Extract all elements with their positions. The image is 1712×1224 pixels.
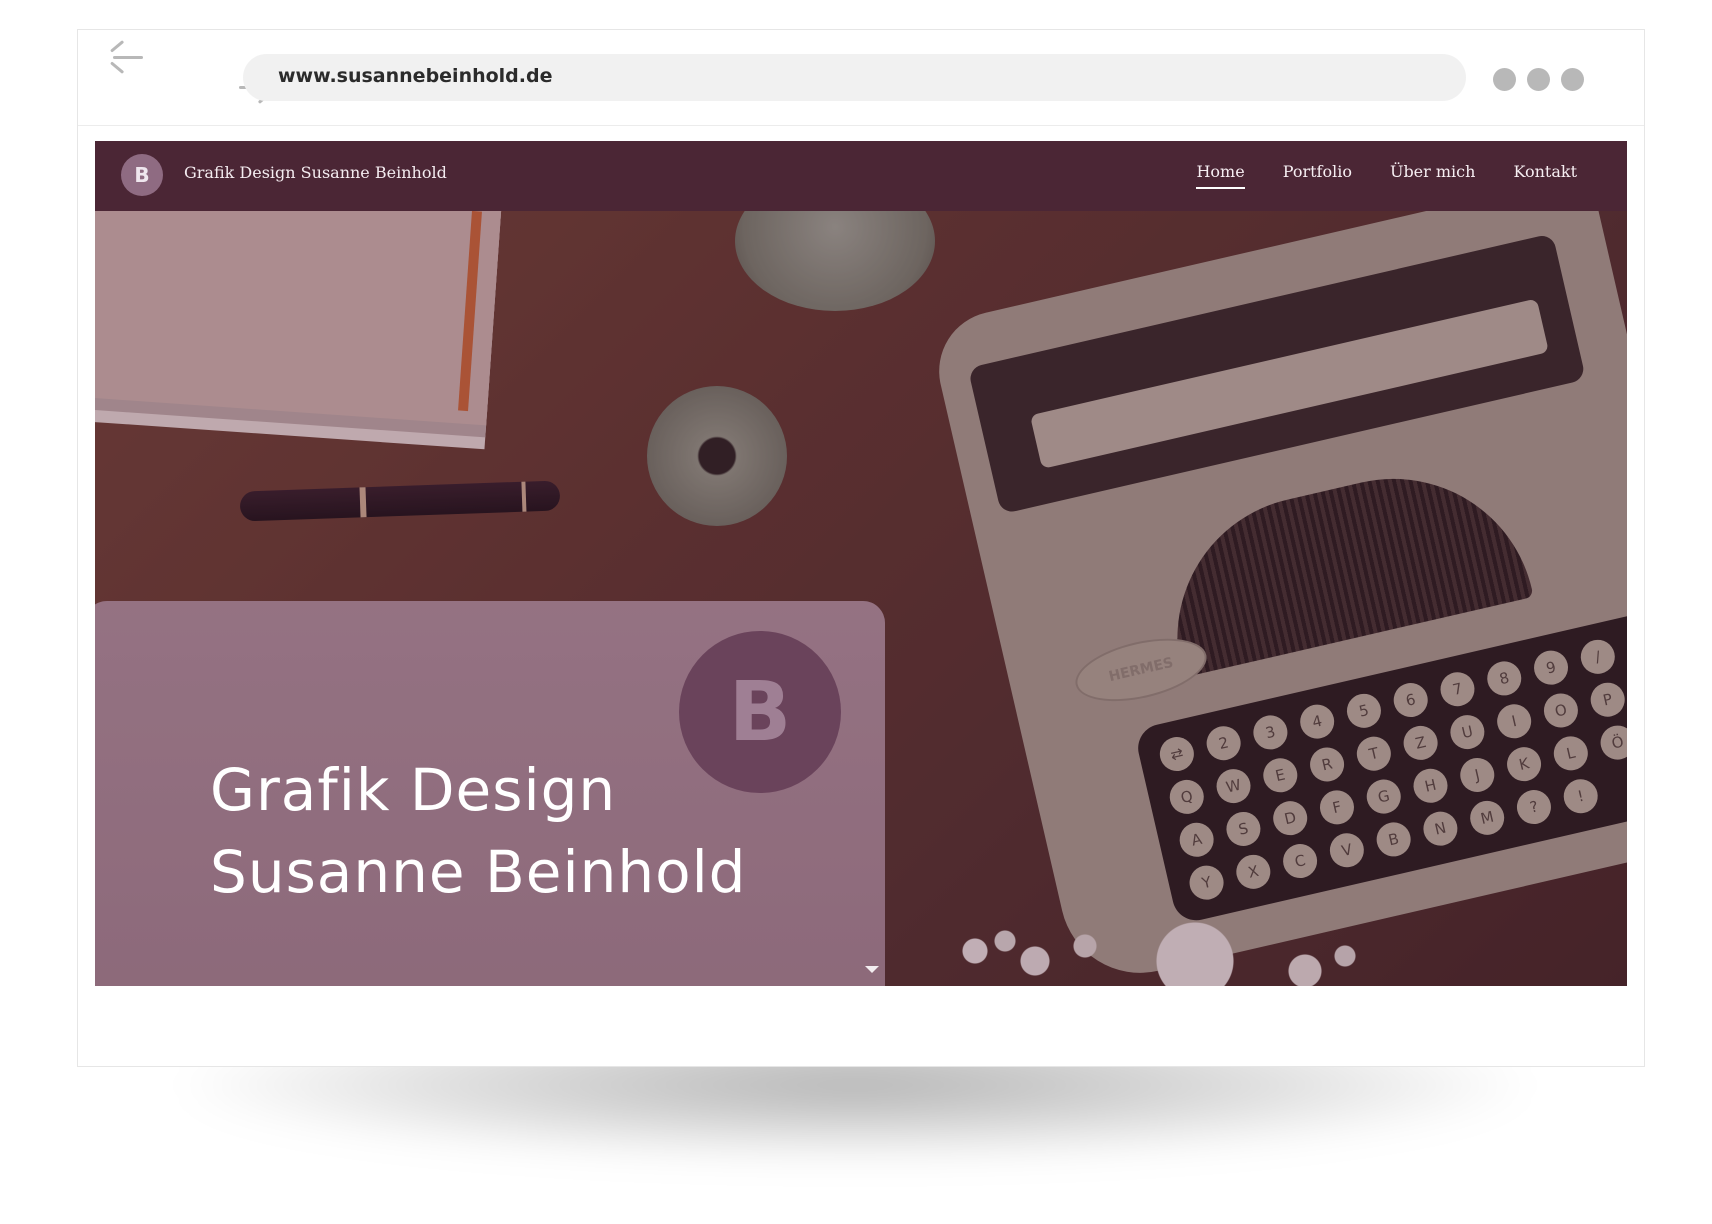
typewriter-key: D	[1269, 797, 1311, 839]
hero-heading-line: Grafik Design	[210, 756, 617, 824]
typewriter-key: ?	[1513, 786, 1555, 828]
dot-icon[interactable]	[1561, 68, 1584, 91]
typewriter-key: 6	[1390, 679, 1432, 721]
typewriter-key: X	[1232, 851, 1274, 893]
caret-down-icon[interactable]	[865, 966, 879, 973]
typewriter-key: C	[1279, 840, 1321, 882]
nav-item-about[interactable]: Über mich	[1390, 162, 1475, 181]
pen-ring	[521, 481, 527, 512]
screenshot-stage: www.susannebeinhold.de B Grafik Design S…	[0, 0, 1712, 1224]
typewriter-key: M	[1466, 797, 1508, 839]
typewriter-key: A	[1176, 819, 1218, 861]
logo-letter: B	[134, 163, 150, 187]
typewriter-key: H	[1410, 765, 1451, 807]
url-text: www.susannebeinhold.de	[278, 65, 553, 87]
typewriter-key: J	[1456, 754, 1498, 796]
typewriter-key: F	[1316, 786, 1358, 828]
typewriter-typebars	[1149, 450, 1534, 678]
browser-toolbar: www.susannebeinhold.de	[78, 30, 1644, 126]
typewriter-key: 8	[1483, 658, 1525, 699]
site-title[interactable]: Grafik Design Susanne Beinhold	[184, 163, 447, 182]
dot-icon[interactable]	[1493, 68, 1516, 91]
typewriter-key: /	[1577, 636, 1619, 678]
brand-seal-letter: B	[728, 664, 792, 760]
typewriter-key: E	[1259, 754, 1301, 796]
arrow-left-icon[interactable]	[113, 56, 143, 59]
typewriter-key: 5	[1343, 690, 1385, 732]
typewriter-key: K	[1503, 743, 1545, 785]
website-viewport: B Grafik Design Susanne Beinhold Home Po…	[95, 141, 1627, 986]
browser-window: www.susannebeinhold.de B Grafik Design S…	[77, 29, 1645, 1067]
dried-flowers	[945, 901, 1395, 986]
typewriter-key: Z	[1400, 722, 1442, 764]
typewriter-key: G	[1363, 776, 1405, 817]
typewriter-key: O	[1540, 690, 1582, 731]
address-bar[interactable]: www.susannebeinhold.de	[243, 54, 1466, 101]
typewriter-key: Ö	[1597, 722, 1627, 763]
hero-heading-line: Susanne Beinhold	[210, 838, 747, 906]
typewriter-key: W	[1213, 765, 1254, 807]
site-header: B Grafik Design Susanne Beinhold Home Po…	[95, 141, 1627, 211]
paper-stack	[95, 211, 503, 426]
candle-holder	[647, 386, 787, 526]
ceramic-bowl	[735, 211, 935, 311]
typewriter-key: 9	[1530, 647, 1572, 689]
typewriter-key: L	[1550, 732, 1592, 774]
logo-badge[interactable]: B	[121, 154, 163, 196]
dot-icon[interactable]	[1527, 68, 1550, 91]
nav-item-portfolio[interactable]: Portfolio	[1283, 162, 1352, 181]
typewriter-key: Y	[1186, 862, 1227, 904]
typewriter-key: R	[1306, 744, 1348, 785]
typewriter-key: P	[1587, 679, 1627, 721]
hero-heading: Grafik Design Susanne Beinhold	[210, 749, 747, 913]
typewriter-key: T	[1353, 733, 1395, 775]
typewriter-key: 4	[1296, 701, 1338, 743]
typewriter-key: 3	[1250, 712, 1291, 753]
fountain-pen	[239, 480, 561, 522]
typewriter-key: V	[1326, 829, 1368, 871]
typewriter: HERMES ⇄ 2 3 4 5 6 7 8 9 / Q W E R T Z U…	[927, 211, 1627, 986]
typewriter-key: B	[1373, 819, 1415, 860]
typewriter-key: U	[1446, 711, 1488, 753]
typewriter-key: Q	[1166, 776, 1208, 818]
typewriter-key	[1624, 625, 1627, 667]
nav-item-home[interactable]: Home	[1196, 162, 1245, 189]
typewriter-key: 7	[1437, 668, 1478, 710]
typewriter-key: S	[1223, 808, 1264, 850]
main-nav: Home Portfolio Über mich Kontakt	[1196, 162, 1577, 189]
typewriter-key: I	[1493, 700, 1535, 742]
hero-section: HERMES ⇄ 2 3 4 5 6 7 8 9 / Q W E R T Z U…	[95, 211, 1627, 986]
nav-item-contact[interactable]: Kontakt	[1513, 162, 1577, 181]
typewriter-key: !	[1560, 775, 1602, 817]
typewriter-key: 2	[1203, 722, 1245, 764]
pen-ring	[359, 487, 367, 518]
typewriter-key: N	[1420, 808, 1461, 850]
typewriter-key: ⇄	[1156, 733, 1198, 775]
